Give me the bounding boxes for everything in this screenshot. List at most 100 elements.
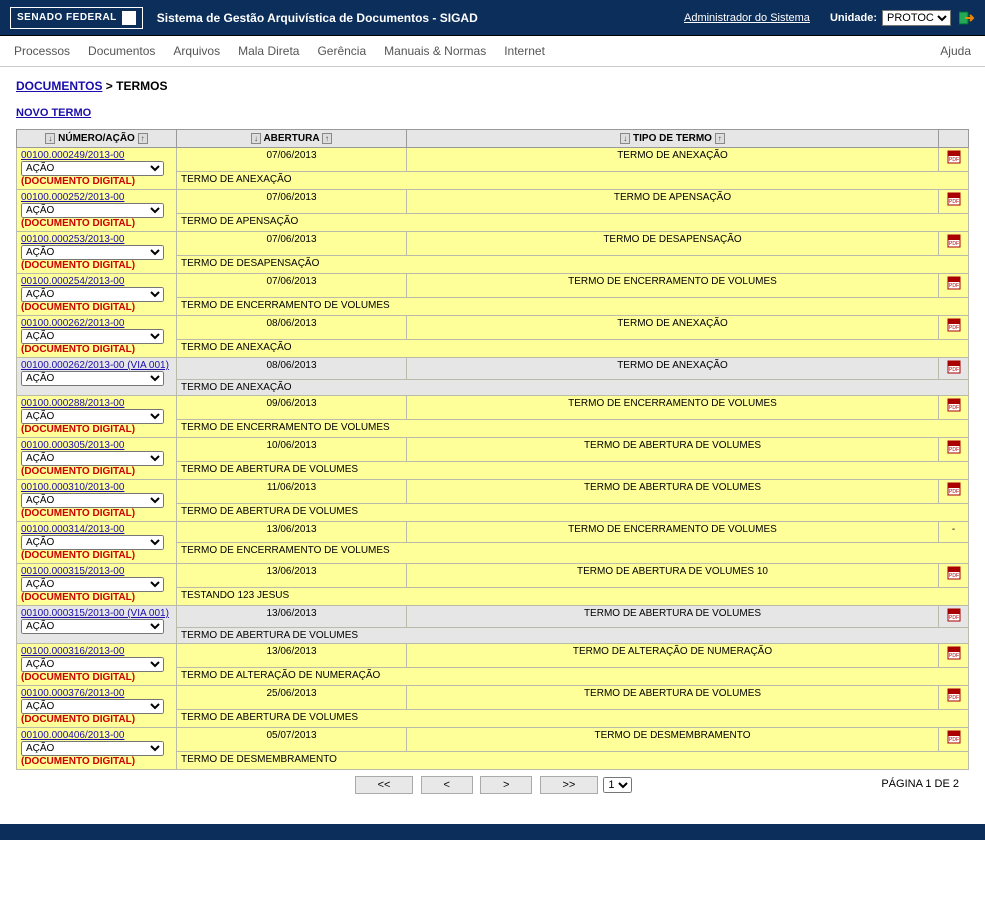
menu-documentos[interactable]: Documentos xyxy=(88,44,155,58)
acao-select[interactable]: AÇÃO xyxy=(21,451,164,466)
pager-next[interactable]: > xyxy=(480,776,532,794)
pdf-cell[interactable]: PDF xyxy=(939,564,969,588)
numero-link[interactable]: 00100.000406/2013-00 xyxy=(21,730,124,741)
sort-desc-icon[interactable]: ↓ xyxy=(251,133,261,144)
pdf-cell[interactable]: PDF xyxy=(939,358,969,380)
numero-link[interactable]: 00100.000314/2013-00 xyxy=(21,524,124,535)
acao-select[interactable]: AÇÃO xyxy=(21,203,164,218)
acao-select[interactable]: AÇÃO xyxy=(21,409,164,424)
numero-link[interactable]: 00100.000262/2013-00 xyxy=(21,318,124,329)
unit-label: Unidade: xyxy=(830,12,877,24)
menu-arquivos[interactable]: Arquivos xyxy=(173,44,220,58)
acao-select[interactable]: AÇÃO xyxy=(21,619,164,634)
menu-internet[interactable]: Internet xyxy=(504,44,545,58)
pdf-cell[interactable]: PDF xyxy=(939,274,969,298)
col-abertura[interactable]: ↓ ABERTURA ↑ xyxy=(177,130,407,148)
pdf-cell[interactable]: PDF xyxy=(939,316,969,340)
documento-digital-badge: (DOCUMENTO DIGITAL) xyxy=(21,302,135,313)
pdf-cell[interactable]: PDF xyxy=(939,396,969,420)
numero-link[interactable]: 00100.000262/2013-00 (VIA 001) xyxy=(21,360,169,371)
pdf-cell[interactable]: PDF xyxy=(939,686,969,710)
pdf-icon[interactable]: PDF xyxy=(947,482,961,496)
pdf-icon[interactable]: PDF xyxy=(947,608,961,622)
numero-link[interactable]: 00100.000253/2013-00 xyxy=(21,234,124,245)
pdf-cell[interactable]: PDF xyxy=(939,438,969,462)
senado-logo: SENADO FEDERAL xyxy=(10,7,143,29)
numero-link[interactable]: 00100.000249/2013-00 xyxy=(21,150,124,161)
numero-link[interactable]: 00100.000305/2013-00 xyxy=(21,440,124,451)
abertura-cell: 05/07/2013 xyxy=(177,728,407,752)
table-row: 00100.000406/2013-00AÇÃO(DOCUMENTO DIGIT… xyxy=(17,728,969,752)
pdf-icon[interactable]: PDF xyxy=(947,646,961,660)
acao-select[interactable]: AÇÃO xyxy=(21,161,164,176)
pdf-cell[interactable]: PDF xyxy=(939,190,969,214)
sort-asc-icon[interactable]: ↑ xyxy=(715,133,725,144)
menu-mala-direta[interactable]: Mala Direta xyxy=(238,44,299,58)
pdf-icon[interactable]: PDF xyxy=(947,688,961,702)
pdf-cell[interactable]: PDF xyxy=(939,644,969,668)
menu-ajuda[interactable]: Ajuda xyxy=(940,44,971,58)
acao-select[interactable]: AÇÃO xyxy=(21,741,164,756)
pdf-icon[interactable]: PDF xyxy=(947,566,961,580)
descricao-cell: TERMO DE ABERTURA DE VOLUMES xyxy=(177,710,969,728)
pdf-cell[interactable]: PDF xyxy=(939,148,969,172)
documento-digital-badge: (DOCUMENTO DIGITAL) xyxy=(21,344,135,355)
numero-link[interactable]: 00100.000316/2013-00 xyxy=(21,646,124,657)
menu-manuais[interactable]: Manuais & Normas xyxy=(384,44,486,58)
table-row: 00100.000288/2013-00AÇÃO(DOCUMENTO DIGIT… xyxy=(17,396,969,420)
pdf-icon[interactable]: PDF xyxy=(947,730,961,744)
unit-select[interactable]: PROTOC xyxy=(882,10,951,26)
exit-icon[interactable] xyxy=(959,11,975,25)
acao-select[interactable]: AÇÃO xyxy=(21,699,164,714)
pager-first[interactable]: << xyxy=(355,776,414,794)
documento-digital-badge: (DOCUMENTO DIGITAL) xyxy=(21,424,135,435)
acao-select[interactable]: AÇÃO xyxy=(21,329,164,344)
acao-select[interactable]: AÇÃO xyxy=(21,371,164,386)
svg-text:PDF: PDF xyxy=(949,199,959,205)
pdf-icon[interactable]: PDF xyxy=(947,192,961,206)
numero-link[interactable]: 00100.000254/2013-00 xyxy=(21,276,124,287)
numero-link[interactable]: 00100.000315/2013-00 xyxy=(21,566,124,577)
acao-select[interactable]: AÇÃO xyxy=(21,287,164,302)
documento-digital-badge: (DOCUMENTO DIGITAL) xyxy=(21,592,135,603)
pdf-icon[interactable]: PDF xyxy=(947,234,961,248)
crumb-root[interactable]: DOCUMENTOS xyxy=(16,79,102,93)
menu-gerencia[interactable]: Gerência xyxy=(317,44,366,58)
pdf-cell[interactable]: PDF xyxy=(939,232,969,256)
acao-select[interactable]: AÇÃO xyxy=(21,493,164,508)
pdf-icon[interactable]: PDF xyxy=(947,440,961,454)
numero-link[interactable]: 00100.000376/2013-00 xyxy=(21,688,124,699)
sort-asc-icon[interactable]: ↑ xyxy=(322,133,332,144)
numero-link[interactable]: 00100.000252/2013-00 xyxy=(21,192,124,203)
sort-asc-icon[interactable]: ↑ xyxy=(138,133,148,144)
pdf-icon[interactable]: PDF xyxy=(947,398,961,412)
pager-page-select[interactable]: 1 xyxy=(603,777,632,793)
numero-link[interactable]: 00100.000288/2013-00 xyxy=(21,398,124,409)
menu-processos[interactable]: Processos xyxy=(14,44,70,58)
tipo-cell: TERMO DE ANEXAÇÃO xyxy=(407,316,939,340)
pager-prev[interactable]: < xyxy=(421,776,473,794)
pdf-cell[interactable]: PDF xyxy=(939,728,969,752)
col-tipo[interactable]: ↓ TIPO DE TERMO ↑ xyxy=(407,130,939,148)
pdf-icon[interactable]: PDF xyxy=(947,150,961,164)
descricao-cell: TERMO DE DESMEMBRAMENTO xyxy=(177,752,969,770)
numero-link[interactable]: 00100.000310/2013-00 xyxy=(21,482,124,493)
sort-desc-icon[interactable]: ↓ xyxy=(45,133,55,144)
col-numero[interactable]: ↓ NÚMERO/AÇÃO ↑ xyxy=(17,130,177,148)
admin-link[interactable]: Administrador do Sistema xyxy=(684,12,810,24)
acao-select[interactable]: AÇÃO xyxy=(21,535,164,550)
tipo-cell: TERMO DE ENCERRAMENTO DE VOLUMES xyxy=(407,522,939,543)
pdf-cell[interactable]: PDF xyxy=(939,606,969,628)
acao-select[interactable]: AÇÃO xyxy=(21,657,164,672)
pdf-cell[interactable]: PDF xyxy=(939,480,969,504)
acao-select[interactable]: AÇÃO xyxy=(21,577,164,592)
pdf-icon[interactable]: PDF xyxy=(947,360,961,374)
numero-link[interactable]: 00100.000315/2013-00 (VIA 001) xyxy=(21,608,169,619)
tipo-cell: TERMO DE APENSAÇÃO xyxy=(407,190,939,214)
sort-desc-icon[interactable]: ↓ xyxy=(620,133,630,144)
acao-select[interactable]: AÇÃO xyxy=(21,245,164,260)
pager-last[interactable]: >> xyxy=(540,776,599,794)
novo-termo-link[interactable]: NOVO TERMO xyxy=(16,107,91,119)
pdf-icon[interactable]: PDF xyxy=(947,276,961,290)
pdf-icon[interactable]: PDF xyxy=(947,318,961,332)
